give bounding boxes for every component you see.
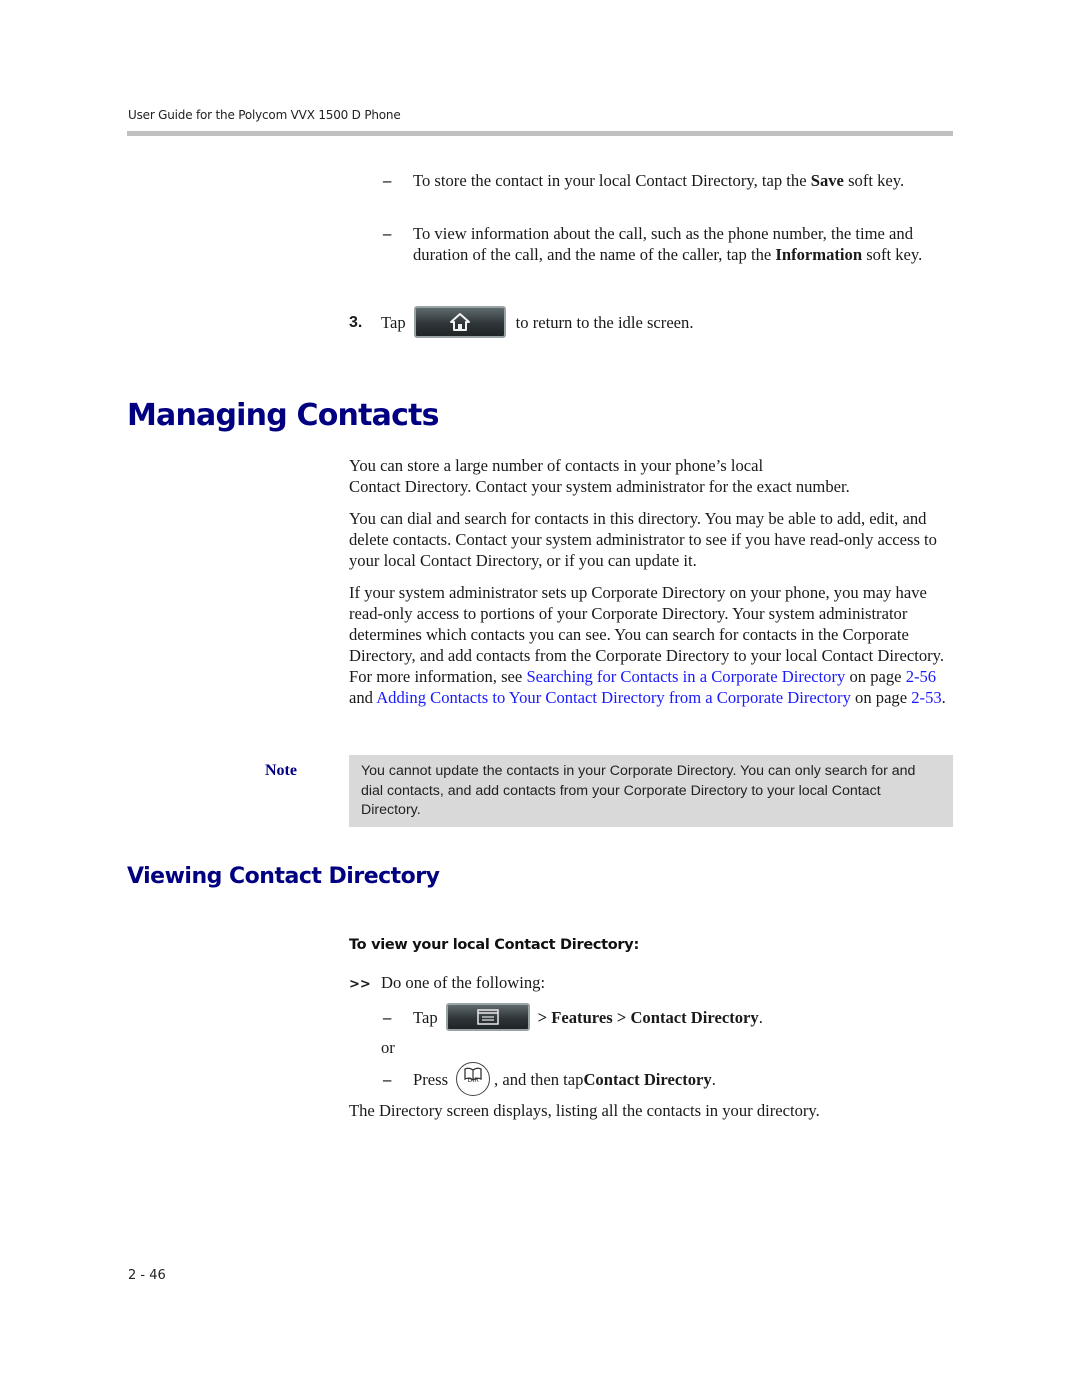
option-text-pre: Tap bbox=[413, 1007, 438, 1027]
option-text-pre: Press bbox=[413, 1069, 449, 1089]
dash-item-information: – To view information about the call, su… bbox=[383, 223, 955, 265]
link-adding-contacts-from-corporate[interactable]: Adding Contacts to Your Contact Director… bbox=[376, 688, 851, 707]
step-number: 3. bbox=[349, 313, 363, 331]
page-number: 2 - 46 bbox=[128, 1268, 166, 1283]
home-softkey-button[interactable] bbox=[413, 306, 506, 338]
menu-path: > Features > Contact Directory bbox=[537, 1007, 759, 1027]
directory-key-label: DIR bbox=[467, 1076, 479, 1084]
dash-item-save: – To store the contact in your local Con… bbox=[383, 170, 955, 191]
link-searching-corporate-directory[interactable]: Searching for Contacts in a Corporate Di… bbox=[526, 667, 845, 686]
section-title: Managing Contacts bbox=[127, 398, 439, 433]
option-text-end: . bbox=[758, 1007, 763, 1027]
paragraph-line: You can store a large number of contacts… bbox=[349, 456, 764, 475]
subsection-title: Viewing Contact Directory bbox=[127, 864, 440, 889]
home-icon bbox=[449, 313, 470, 331]
procedure-marker: >> bbox=[349, 977, 371, 992]
step-text-pre: Tap bbox=[381, 312, 406, 332]
procedure-title: To view your local Contact Directory: bbox=[349, 937, 639, 953]
menu-softkey-button[interactable] bbox=[445, 1003, 530, 1031]
xref-text: . bbox=[941, 688, 946, 707]
xref-text: on page bbox=[845, 667, 906, 686]
option-press-dir: – Press DIR , and then tap Contact Direc… bbox=[383, 1061, 716, 1097]
option-text-mid: , and then tap bbox=[494, 1069, 584, 1089]
directory-key-button[interactable]: DIR bbox=[456, 1062, 491, 1096]
dash-bullet: – bbox=[383, 171, 392, 190]
dash-text: soft key. bbox=[862, 245, 923, 264]
step-3: 3. Tap to return to the idle screen. bbox=[349, 305, 694, 339]
procedure-lead: >> Do one of the following: bbox=[349, 972, 545, 995]
link-page-2-56[interactable]: 2-56 bbox=[906, 667, 936, 686]
save-softkey-label: Save bbox=[810, 171, 844, 190]
information-softkey-label: Information bbox=[775, 245, 863, 264]
step-text-post: to return to the idle screen. bbox=[515, 312, 694, 332]
lead-text: Do one of the following: bbox=[381, 973, 546, 992]
link-page-2-53[interactable]: 2-53 bbox=[911, 688, 941, 707]
paragraph-corporate-directory: If your system administrator sets up Cor… bbox=[349, 582, 955, 708]
dash-bullet: – bbox=[383, 1007, 392, 1027]
option-tap-menu: – Tap > Features > Contact Directory. bbox=[383, 1002, 763, 1032]
note-box: You cannot update the contacts in your C… bbox=[349, 755, 953, 827]
paragraph-line: Contact Directory. Contact your system a… bbox=[349, 477, 850, 496]
or-separator: or bbox=[381, 1038, 395, 1057]
dash-bullet: – bbox=[383, 1069, 392, 1089]
paragraph-storage: You can store a large number of contacts… bbox=[349, 455, 959, 497]
xref-text: on page bbox=[850, 688, 912, 707]
header-rule bbox=[127, 131, 953, 136]
dash-text: To store the contact in your local Conta… bbox=[413, 171, 811, 190]
note-label: Note bbox=[265, 762, 297, 779]
dash-text: soft key. bbox=[843, 171, 905, 190]
menu-icon bbox=[476, 1009, 499, 1025]
xref-text: and bbox=[349, 688, 377, 707]
result-text: The Directory screen displays, listing a… bbox=[349, 1101, 820, 1120]
option-text-end: . bbox=[711, 1069, 716, 1089]
paragraph-dial-search: You can dial and search for contacts in … bbox=[349, 509, 937, 570]
dash-bullet: – bbox=[383, 224, 392, 243]
running-header: User Guide for the Polycom VVX 1500 D Ph… bbox=[128, 108, 401, 122]
contact-directory-label: Contact Directory bbox=[583, 1069, 712, 1089]
